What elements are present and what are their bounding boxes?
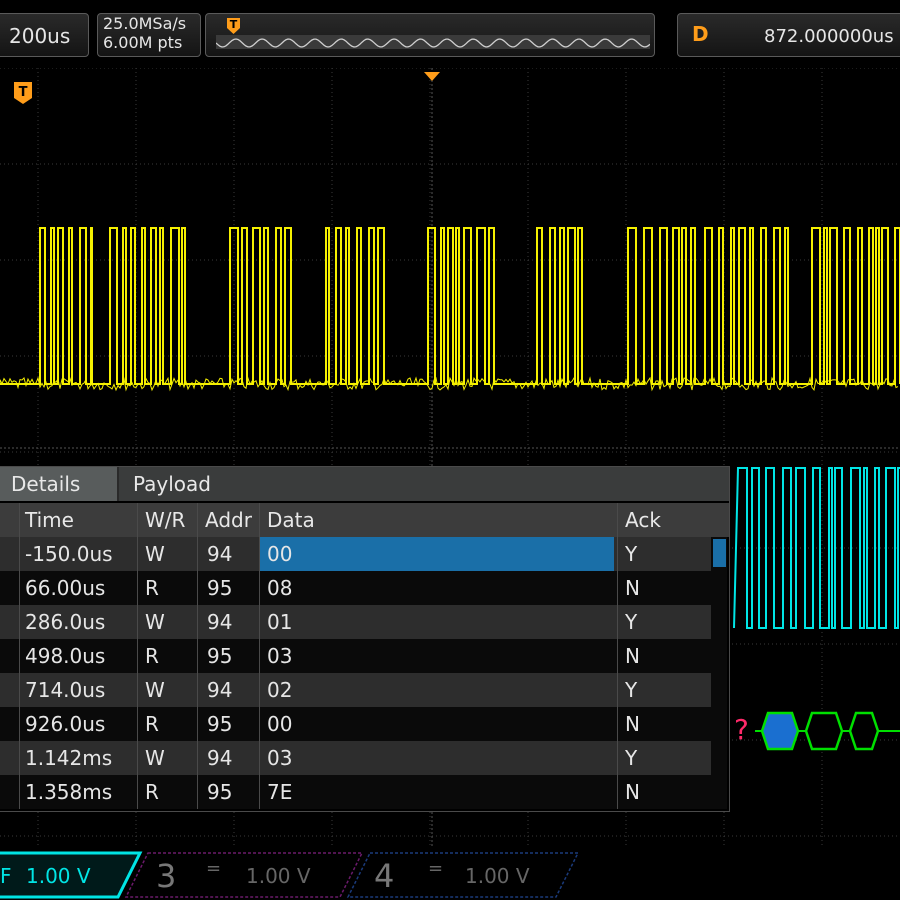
channel3-coupling-icon: = — [206, 858, 222, 879]
top-status-bar: 200us 25.0MSa/s 6.00M pts T D 872.000000… — [0, 0, 900, 62]
column-header-time[interactable]: Time — [25, 503, 74, 537]
column-divider — [617, 503, 618, 809]
channel3-number: 3 — [156, 857, 177, 895]
cell-time: 286.0us — [25, 610, 106, 634]
column-divider — [137, 503, 138, 809]
table-scrollbar-thumb[interactable] — [713, 539, 726, 567]
cell-addr: 94 — [207, 678, 233, 702]
table-row[interactable]: 1.142ms W 94 03 Y — [0, 741, 711, 775]
cell-wr: R — [145, 576, 159, 600]
cell-time: 1.358ms — [25, 780, 113, 804]
overview-wave-icon — [215, 38, 651, 48]
decode-packet-frame — [848, 711, 880, 751]
trigger-level-marker[interactable]: T — [14, 82, 32, 104]
cell-data: 00 — [267, 712, 293, 736]
cell-wr: R — [145, 712, 159, 736]
cell-addr: 94 — [207, 610, 233, 634]
channel4-coupling-icon: = — [428, 858, 444, 879]
table-row[interactable]: -150.0us W 94 00 Y — [0, 537, 711, 571]
decode-packet-frame — [760, 711, 800, 751]
cell-wr: W — [145, 542, 165, 566]
channel3-scale: 1.00 V — [246, 864, 311, 888]
delay-label: D — [692, 22, 709, 46]
tab-payload[interactable]: Payload — [119, 467, 729, 501]
table-row[interactable]: 286.0us W 94 01 Y — [0, 605, 711, 639]
table-row[interactable]: 66.00us R 95 08 N — [0, 571, 711, 605]
cell-ack: Y — [625, 542, 638, 566]
column-header-ack[interactable]: Ack — [625, 503, 661, 537]
channel1-waveform — [0, 227, 900, 385]
column-divider — [19, 503, 20, 809]
acquisition-info[interactable]: 25.0MSa/s 6.00M pts — [97, 13, 201, 57]
cell-time: 1.142ms — [25, 746, 113, 770]
table-row[interactable]: 1.358ms R 95 7E N — [0, 775, 711, 809]
cell-ack: N — [625, 712, 640, 736]
cell-ack: N — [625, 644, 640, 668]
cell-addr: 94 — [207, 542, 233, 566]
cell-data: 00 — [267, 542, 293, 566]
cell-addr: 95 — [207, 712, 233, 736]
decode-event-table: Details Payload Time W/R Addr Data Ack -… — [0, 466, 730, 812]
channel4-scale: 1.00 V — [465, 864, 530, 888]
column-divider — [259, 503, 260, 809]
channel-bar — [0, 851, 580, 899]
decode-packet-frame — [804, 711, 844, 751]
cell-time: 714.0us — [25, 678, 106, 702]
table-header: Time W/R Addr Data Ack — [0, 503, 729, 537]
column-divider — [197, 503, 198, 809]
column-header-data[interactable]: Data — [267, 503, 315, 537]
cell-ack: N — [625, 780, 640, 804]
waveform-overview — [215, 35, 651, 49]
horizontal-delay-button[interactable]: D 872.000000us — [677, 13, 900, 57]
tab-details[interactable]: Details — [0, 467, 119, 501]
memory-depth: 6.00M pts — [103, 33, 183, 52]
decode-bus-trace — [755, 711, 900, 751]
cell-ack: Y — [625, 678, 638, 702]
table-row[interactable]: 926.0us R 95 00 N — [0, 707, 711, 741]
cell-wr: R — [145, 644, 159, 668]
timebase-value: 200us — [9, 24, 71, 48]
cell-wr: W — [145, 610, 165, 634]
cell-ack: Y — [625, 746, 638, 770]
cell-ack: Y — [625, 610, 638, 634]
table-row[interactable]: 714.0us W 94 02 Y — [0, 673, 711, 707]
sample-rate: 25.0MSa/s — [103, 14, 187, 33]
column-header-wr[interactable]: W/R — [145, 503, 185, 537]
delay-value: 872.000000us — [764, 26, 894, 47]
channel2-scale: 1.00 V — [26, 864, 91, 888]
memory-overview-strip[interactable]: T — [205, 13, 655, 57]
cell-data: 03 — [267, 644, 293, 668]
trigger-position-arrow — [424, 72, 440, 81]
cell-data: 01 — [267, 610, 293, 634]
cell-wr: W — [145, 678, 165, 702]
svg-text:T: T — [19, 85, 28, 100]
trigger-position-marker[interactable]: T — [226, 17, 241, 34]
table-tabs: Details Payload — [0, 467, 729, 501]
cell-ack: N — [625, 576, 640, 600]
cell-data: 7E — [267, 780, 293, 804]
cell-addr: 94 — [207, 746, 233, 770]
cell-data: 03 — [267, 746, 293, 770]
cell-addr: 95 — [207, 780, 233, 804]
cell-data: 08 — [267, 576, 293, 600]
timebase-button[interactable]: 200us — [0, 13, 89, 57]
cell-data: 02 — [267, 678, 293, 702]
selected-cell-highlight — [259, 537, 614, 571]
channel4-number: 4 — [374, 857, 395, 895]
decode-error-marker: ? — [734, 713, 749, 746]
cell-addr: 95 — [207, 576, 233, 600]
cell-time: 66.00us — [25, 576, 106, 600]
cell-time: 926.0us — [25, 712, 106, 736]
channel2-coupling-icon: F — [0, 864, 12, 888]
trigger-marker-letter: T — [230, 18, 238, 31]
column-header-addr[interactable]: Addr — [205, 503, 252, 537]
cell-addr: 95 — [207, 644, 233, 668]
cell-wr: R — [145, 780, 159, 804]
table-scrollbar[interactable] — [711, 537, 727, 809]
cell-wr: W — [145, 746, 165, 770]
cell-time: -150.0us — [25, 542, 113, 566]
cell-time: 498.0us — [25, 644, 106, 668]
table-row[interactable]: 498.0us R 95 03 N — [0, 639, 711, 673]
